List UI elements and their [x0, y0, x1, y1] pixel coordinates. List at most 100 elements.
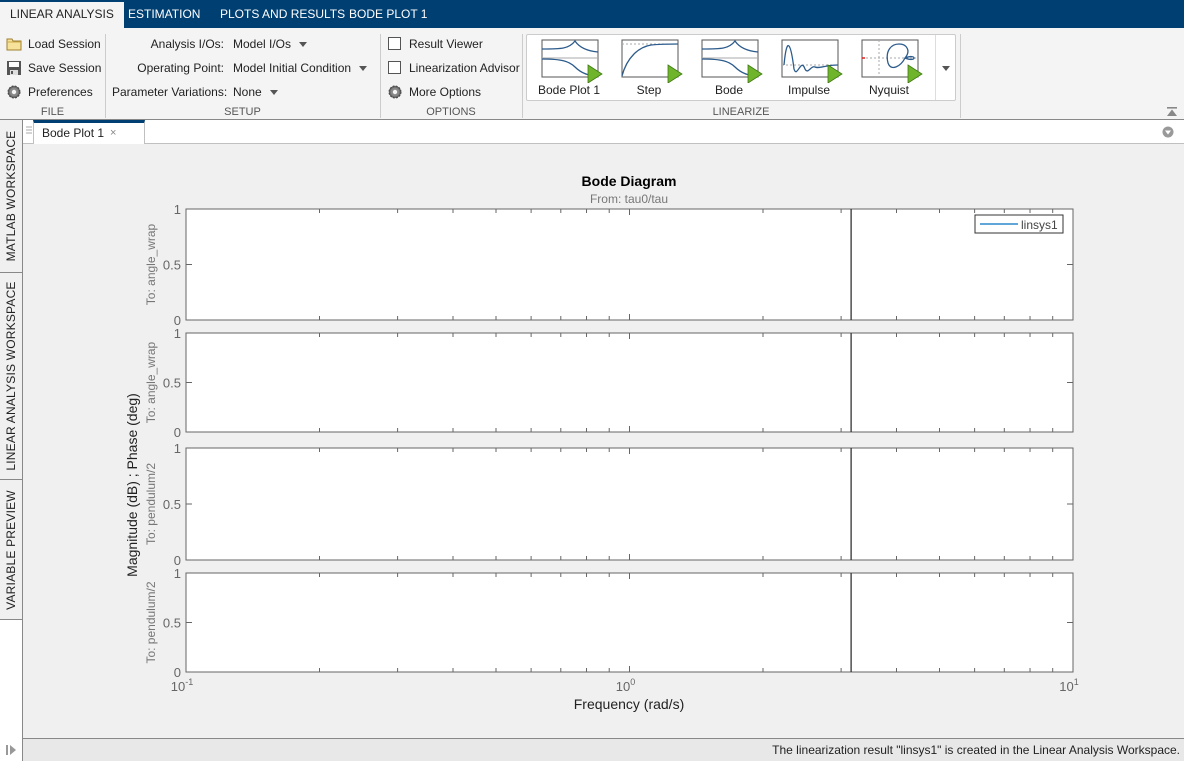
linearization-advisor-label: Linearization Advisor — [409, 61, 520, 75]
status-bar: The linearization result "linsys1" is cr… — [23, 738, 1184, 761]
y-axis-label: Magnitude (dB) ; Phase (deg) — [124, 393, 140, 577]
document-tab-bar: Bode Plot 1 × — [23, 120, 1184, 144]
linearize-item-label: Bode — [714, 83, 744, 97]
linearize-bode-plot-1-button[interactable]: Bode Plot 1 — [533, 37, 605, 99]
result-viewer-label: Result Viewer — [409, 37, 483, 51]
setup-section-label: SETUP — [224, 106, 261, 118]
analysis-ios-dropdown[interactable]: Model I/Os — [233, 34, 308, 54]
tab-linear-analysis[interactable]: LINEAR ANALYSIS — [0, 2, 124, 28]
x-axis-label: Frequency (rad/s) — [574, 696, 684, 712]
linearize-gallery: Bode Plot 1 Step Bode Impulse Nyquist — [526, 34, 956, 101]
row-label: To: pendulum/2 — [144, 463, 158, 545]
load-session-button[interactable]: Load Session — [6, 34, 101, 54]
parameter-variations-label: Parameter Variations: — [112, 85, 228, 99]
close-icon[interactable]: × — [110, 127, 116, 139]
legend[interactable]: linsys1 — [974, 214, 1064, 234]
checkbox-box[interactable] — [388, 61, 401, 75]
y-tick-label: 1 — [174, 202, 181, 217]
options-section-label: OPTIONS — [426, 106, 476, 118]
subplot-group: 00.51To: angle_wrap00.51To: angle_wrap00… — [144, 202, 1074, 680]
x-tick-label: 100 — [616, 677, 635, 694]
linearize-nyquist-button[interactable]: Nyquist — [853, 37, 925, 99]
floppy-disk-icon — [7, 60, 21, 75]
parameter-variations-dropdown[interactable]: None — [233, 82, 278, 102]
gallery-more-button[interactable] — [935, 35, 955, 100]
chevron-down-icon — [942, 66, 950, 71]
linearize-bode-button[interactable]: Bode — [693, 37, 765, 99]
analysis-ios-label: Analysis I/Os: — [150, 37, 224, 51]
drag-grip-icon[interactable] — [26, 126, 32, 136]
chart-title: Bode Diagram — [582, 173, 677, 189]
y-tick-label: 0.5 — [163, 497, 181, 512]
preferences-button[interactable]: Preferences — [6, 82, 93, 102]
linearize-impulse-button[interactable]: Impulse — [773, 37, 845, 99]
folder-icon — [6, 38, 22, 51]
sidebar-tab-variable-preview[interactable]: VARIABLE PREVIEW — [0, 480, 22, 620]
y-tick-label: 0 — [174, 665, 181, 680]
row-label: To: pendulum/2 — [144, 581, 158, 663]
parameter-variations-value: None — [233, 85, 262, 99]
chevron-down-icon — [359, 66, 368, 72]
subplot-4: 0 0.5 1 To: pendulum/2 — [144, 566, 1074, 680]
chart-subtitle: From: tau0/tau — [590, 192, 668, 206]
linearize-item-label: Step — [636, 83, 662, 97]
y-tick-label: 1 — [174, 441, 181, 456]
subplot-2: 0 0.5 1 To: angle_wrap — [144, 326, 1074, 440]
document-menu-icon[interactable] — [1162, 126, 1174, 138]
linearize-item-label: Impulse — [787, 83, 831, 97]
more-options-button[interactable]: More Options — [387, 82, 481, 102]
legend-label: linsys1 — [1021, 218, 1058, 232]
axes-box — [185, 447, 1074, 561]
sidebar: MATLAB WORKSPACE LINEAR ANALYSIS WORKSPA… — [0, 120, 23, 761]
app-window: LINEAR ANALYSIS ESTIMATION PLOTS AND RES… — [0, 0, 1184, 761]
result-viewer-checkbox[interactable]: Result Viewer — [388, 34, 483, 54]
y-tick-label: 0.5 — [163, 376, 181, 391]
axes-box — [185, 332, 1074, 433]
sidebar-tab-label: LINEAR ANALYSIS WORKSPACE — [4, 281, 18, 471]
step-plot-icon — [621, 39, 683, 83]
tab-estimation[interactable]: ESTIMATION — [118, 0, 210, 28]
axes-box — [185, 572, 1074, 673]
gear-icon — [7, 85, 21, 99]
sidebar-tab-label: MATLAB WORKSPACE — [4, 130, 18, 262]
document-tab-bode-plot-1[interactable]: Bode Plot 1 × — [33, 120, 145, 144]
linearization-advisor-checkbox[interactable]: Linearization Advisor — [388, 58, 520, 78]
save-session-label: Save Session — [28, 61, 102, 75]
more-options-label: More Options — [409, 85, 482, 99]
row-label: To: angle_wrap — [144, 341, 158, 423]
tab-plots-and-results[interactable]: PLOTS AND RESULTS — [210, 0, 355, 28]
section-divider — [960, 34, 961, 118]
save-session-button[interactable]: Save Session — [6, 58, 101, 78]
linearize-step-button[interactable]: Step — [613, 37, 685, 99]
y-tick-label: 0.5 — [163, 258, 181, 273]
checkbox-box[interactable] — [388, 37, 401, 51]
toolstrip-tabs: LINEAR ANALYSIS ESTIMATION PLOTS AND RES… — [0, 0, 1184, 28]
operating-point-label: Operating Point: — [137, 61, 224, 75]
bode-diagram-chart[interactable]: Bode Diagram From: tau0/tau Magnitude (d… — [23, 144, 1184, 738]
expand-sidebar-icon[interactable] — [5, 744, 17, 756]
bode-plot-figure: Bode Diagram From: tau0/tau Magnitude (d… — [23, 144, 1184, 738]
operating-point-dropdown[interactable]: Model Initial Condition — [233, 58, 368, 78]
sidebar-tab-label: VARIABLE PREVIEW — [4, 489, 18, 610]
operating-point-value: Model Initial Condition — [233, 61, 352, 75]
subplot-1: 00.51To: angle_wrap — [144, 202, 1074, 328]
sidebar-tab-linear-analysis-workspace[interactable]: LINEAR ANALYSIS WORKSPACE — [0, 273, 22, 480]
tab-bode-plot-1[interactable]: BODE PLOT 1 — [339, 0, 437, 28]
status-message: The linearization result "linsys1" is cr… — [772, 743, 1180, 757]
nyquist-plot-icon — [861, 39, 923, 83]
y-tick-label: 0 — [174, 425, 181, 440]
collapse-ribbon-icon[interactable] — [1166, 106, 1178, 118]
gear-icon — [388, 85, 402, 99]
load-session-label: Load Session — [28, 37, 101, 51]
sidebar-tab-matlab-workspace[interactable]: MATLAB WORKSPACE — [0, 120, 22, 273]
bode-plot-icon — [701, 39, 763, 83]
linearize-item-label: Nyquist — [868, 83, 909, 97]
x-tick-label: 101 — [1059, 677, 1078, 694]
axes-box — [185, 208, 1074, 321]
linearize-section-label: LINEARIZE — [712, 106, 770, 118]
chevron-down-icon — [299, 42, 308, 48]
document-tab-label: Bode Plot 1 — [42, 126, 105, 140]
chevron-down-icon — [269, 90, 278, 96]
y-tick-label: 0.5 — [163, 616, 181, 631]
y-tick-label: 1 — [174, 326, 181, 341]
